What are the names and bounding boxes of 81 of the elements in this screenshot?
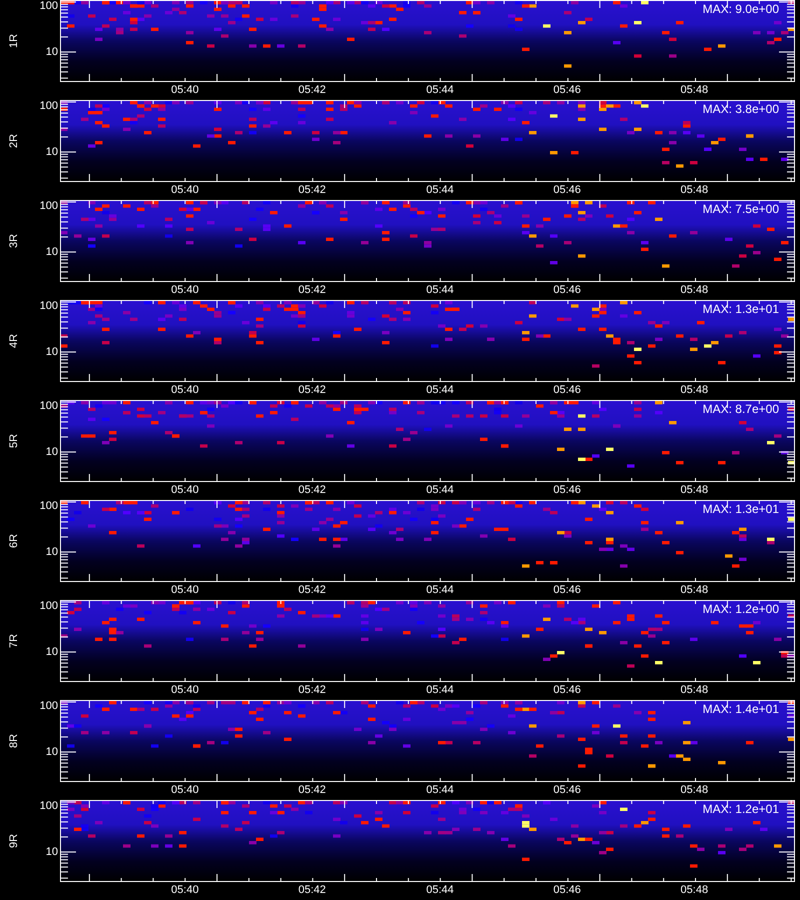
x-tick-label: 05:40 <box>171 584 199 596</box>
y-tick-label: 100 <box>40 100 58 112</box>
channel-label: 5R <box>8 434 20 448</box>
x-tick-label: 05:44 <box>426 784 454 796</box>
y-tick-label: 10 <box>46 446 58 458</box>
x-tick-label: 05:48 <box>680 584 708 596</box>
max-value-label: MAX: 8.7e+00 <box>702 402 779 416</box>
y-tick-label: 100 <box>40 500 58 512</box>
channel-label: 9R <box>8 834 20 848</box>
x-tick-label: 05:44 <box>426 384 454 396</box>
x-tick-label: 05:46 <box>553 384 581 396</box>
y-tick-label: 10 <box>46 246 58 258</box>
x-tick-label: 05:40 <box>171 484 199 496</box>
max-value-label: MAX: 1.3e+01 <box>702 502 779 516</box>
x-tick-label: 05:40 <box>171 884 199 896</box>
y-tick-label: 10 <box>46 46 58 58</box>
x-tick-label: 05:42 <box>298 484 326 496</box>
y-tick-label: 10 <box>46 546 58 558</box>
channel-label: 3R <box>8 234 20 248</box>
channel-label: 4R <box>8 334 20 348</box>
y-tick-label: 10 <box>46 746 58 758</box>
y-tick-label: 10 <box>46 146 58 158</box>
x-tick-label: 05:46 <box>553 584 581 596</box>
x-tick-label: 05:44 <box>426 184 454 196</box>
max-value-label: MAX: 1.2e+00 <box>702 602 779 616</box>
x-tick-label: 05:42 <box>298 584 326 596</box>
x-tick-label: 05:48 <box>680 784 708 796</box>
x-tick-label: 05:46 <box>553 784 581 796</box>
x-tick-label: 05:48 <box>680 284 708 296</box>
x-tick-label: 05:40 <box>171 84 199 96</box>
x-tick-label: 05:44 <box>426 584 454 596</box>
x-tick-label: 05:46 <box>553 84 581 96</box>
x-tick-label: 05:42 <box>298 84 326 96</box>
x-tick-label: 05:42 <box>298 884 326 896</box>
channel-label: 2R <box>8 134 20 148</box>
y-tick-label: 10 <box>46 646 58 658</box>
x-tick-label: 05:44 <box>426 884 454 896</box>
y-tick-label: 100 <box>40 200 58 212</box>
x-tick-label: 05:48 <box>680 484 708 496</box>
x-tick-label: 05:40 <box>171 284 199 296</box>
x-tick-label: 05:44 <box>426 484 454 496</box>
max-value-label: MAX: 1.3e+01 <box>702 302 779 316</box>
max-value-label: MAX: 7.5e+00 <box>702 202 779 216</box>
x-tick-label: 05:40 <box>171 684 199 696</box>
x-tick-label: 05:40 <box>171 784 199 796</box>
x-tick-label: 05:40 <box>171 384 199 396</box>
channel-label: 6R <box>8 534 20 548</box>
channel-label: 7R <box>8 634 20 648</box>
x-tick-label: 05:46 <box>553 884 581 896</box>
x-tick-label: 05:48 <box>680 384 708 396</box>
x-tick-label: 05:42 <box>298 784 326 796</box>
x-tick-label: 05:42 <box>298 184 326 196</box>
y-tick-label: 100 <box>40 300 58 312</box>
channel-label: 1R <box>8 34 20 48</box>
x-tick-label: 05:48 <box>680 684 708 696</box>
x-tick-label: 05:42 <box>298 284 326 296</box>
x-tick-label: 05:46 <box>553 684 581 696</box>
x-tick-label: 05:48 <box>680 884 708 896</box>
x-tick-label: 05:48 <box>680 84 708 96</box>
x-tick-label: 05:48 <box>680 184 708 196</box>
x-tick-label: 05:44 <box>426 84 454 96</box>
max-value-label: MAX: 1.4e+01 <box>702 702 779 716</box>
max-value-label: MAX: 1.2e+01 <box>702 802 779 816</box>
x-tick-label: 05:40 <box>171 184 199 196</box>
x-tick-label: 05:44 <box>426 284 454 296</box>
x-tick-label: 05:46 <box>553 284 581 296</box>
max-value-label: MAX: 3.8e+00 <box>702 102 779 116</box>
y-tick-label: 100 <box>40 0 58 12</box>
max-value-label: MAX: 9.0e+00 <box>702 2 779 16</box>
x-tick-label: 05:44 <box>426 684 454 696</box>
y-tick-label: 100 <box>40 700 58 712</box>
y-tick-label: 10 <box>46 346 58 358</box>
y-tick-label: 10 <box>46 846 58 858</box>
y-tick-label: 100 <box>40 600 58 612</box>
y-tick-label: 100 <box>40 400 58 412</box>
x-tick-label: 05:42 <box>298 384 326 396</box>
channel-label: 8R <box>8 734 20 748</box>
x-tick-label: 05:42 <box>298 684 326 696</box>
x-tick-label: 05:46 <box>553 184 581 196</box>
x-tick-label: 05:46 <box>553 484 581 496</box>
y-tick-label: 100 <box>40 800 58 812</box>
